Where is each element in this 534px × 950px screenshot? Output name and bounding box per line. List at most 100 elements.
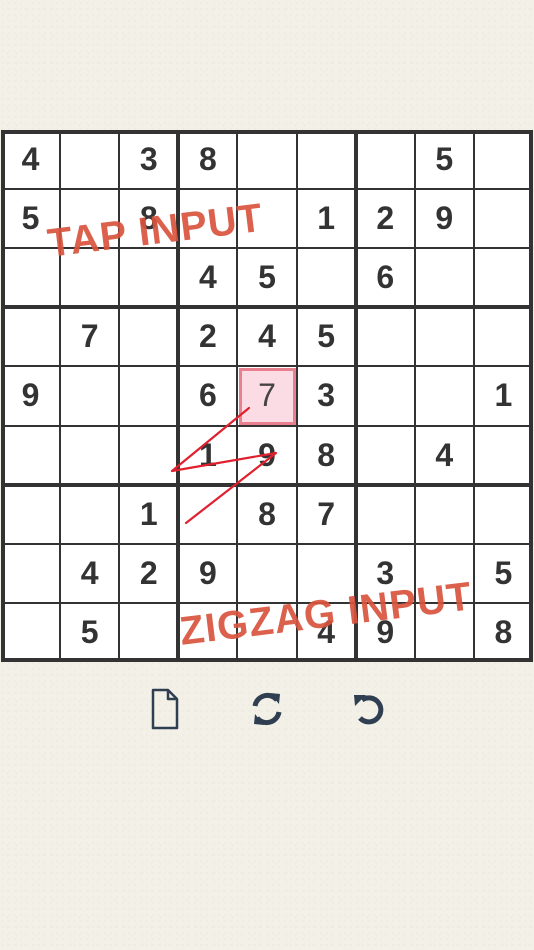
sudoku-cell[interactable]: 4 bbox=[237, 307, 296, 366]
sudoku-cell[interactable] bbox=[1, 485, 60, 544]
sudoku-cell[interactable] bbox=[356, 485, 415, 544]
sudoku-cell[interactable]: 5 bbox=[60, 603, 119, 662]
sudoku-cell[interactable]: 2 bbox=[178, 307, 237, 366]
sudoku-cell[interactable]: 1 bbox=[297, 189, 356, 248]
sudoku-cell[interactable]: 2 bbox=[119, 544, 178, 603]
sudoku-cell[interactable]: 7 bbox=[237, 366, 296, 425]
cell-digit: 5 bbox=[435, 141, 454, 178]
sudoku-cell[interactable]: 9 bbox=[178, 544, 237, 603]
document-icon bbox=[151, 688, 179, 730]
sudoku-cell[interactable] bbox=[60, 130, 119, 189]
sudoku-cell[interactable]: 3 bbox=[297, 366, 356, 425]
sudoku-cell[interactable] bbox=[474, 189, 533, 248]
sudoku-cell[interactable]: 9 bbox=[415, 189, 474, 248]
sudoku-cell[interactable] bbox=[415, 485, 474, 544]
sudoku-cell[interactable]: 2 bbox=[356, 189, 415, 248]
sudoku-cell[interactable]: 9 bbox=[237, 426, 296, 485]
cell-digit: 1 bbox=[198, 436, 217, 473]
grid-line-horizontal bbox=[1, 424, 533, 427]
sudoku-cell[interactable] bbox=[356, 366, 415, 425]
sudoku-cell[interactable] bbox=[1, 426, 60, 485]
sudoku-cell[interactable]: 1 bbox=[119, 485, 178, 544]
grid-line-vertical bbox=[59, 130, 62, 662]
sudoku-cell[interactable] bbox=[474, 426, 533, 485]
cell-digit: 5 bbox=[317, 318, 335, 355]
cell-digit: 4 bbox=[198, 259, 217, 296]
sudoku-cell[interactable] bbox=[178, 485, 237, 544]
sudoku-cell[interactable] bbox=[119, 307, 178, 366]
sudoku-cell[interactable]: 8 bbox=[474, 603, 533, 662]
sudoku-cell[interactable] bbox=[356, 130, 415, 189]
cell-digit: 8 bbox=[258, 495, 276, 532]
undo-button[interactable] bbox=[346, 685, 394, 733]
grid-line-horizontal bbox=[1, 658, 533, 662]
cell-digit: 2 bbox=[139, 554, 158, 591]
sudoku-cell[interactable] bbox=[356, 307, 415, 366]
sudoku-cell[interactable]: 9 bbox=[1, 366, 60, 425]
sudoku-cell[interactable] bbox=[119, 603, 178, 662]
sudoku-cell[interactable]: 5 bbox=[415, 130, 474, 189]
sudoku-cell[interactable] bbox=[356, 426, 415, 485]
refresh-button[interactable] bbox=[243, 685, 291, 733]
new-game-button[interactable] bbox=[140, 685, 188, 733]
sudoku-cell[interactable]: 3 bbox=[119, 130, 178, 189]
sudoku-cell[interactable]: 6 bbox=[178, 366, 237, 425]
sudoku-cell[interactable] bbox=[60, 485, 119, 544]
grid-line-vertical bbox=[529, 130, 533, 662]
sudoku-cell[interactable]: 6 bbox=[356, 248, 415, 307]
cell-digit: 7 bbox=[80, 318, 99, 355]
sudoku-cell[interactable] bbox=[1, 544, 60, 603]
sudoku-cell[interactable] bbox=[474, 485, 533, 544]
grid-line-horizontal bbox=[1, 305, 533, 310]
sudoku-cell[interactable] bbox=[474, 248, 533, 307]
sudoku-cell[interactable] bbox=[237, 544, 296, 603]
sudoku-cell[interactable]: 7 bbox=[297, 485, 356, 544]
sudoku-cell[interactable]: 4 bbox=[60, 544, 119, 603]
sudoku-cell[interactable] bbox=[1, 307, 60, 366]
cell-digit: 5 bbox=[258, 259, 276, 296]
sudoku-cell[interactable]: 4 bbox=[415, 426, 474, 485]
cell-digit: 3 bbox=[139, 141, 158, 178]
sudoku-cell[interactable] bbox=[119, 426, 178, 485]
sudoku-cell[interactable] bbox=[415, 248, 474, 307]
cell-digit: 8 bbox=[198, 141, 217, 178]
sudoku-cell[interactable]: 5 bbox=[297, 307, 356, 366]
sudoku-cell[interactable]: 5 bbox=[237, 248, 296, 307]
cell-digit: 9 bbox=[21, 377, 40, 414]
sudoku-cell[interactable]: 1 bbox=[178, 426, 237, 485]
sudoku-cell[interactable] bbox=[60, 426, 119, 485]
sudoku-cell[interactable] bbox=[474, 130, 533, 189]
cell-digit: 8 bbox=[317, 436, 335, 473]
sudoku-cell[interactable] bbox=[1, 603, 60, 662]
grid-line-vertical bbox=[472, 130, 475, 662]
sudoku-cell[interactable] bbox=[297, 248, 356, 307]
cell-digit: 1 bbox=[494, 377, 513, 414]
grid-line-horizontal bbox=[1, 365, 533, 368]
sudoku-cell[interactable] bbox=[415, 366, 474, 425]
sudoku-cell[interactable] bbox=[474, 307, 533, 366]
cell-digit: 2 bbox=[198, 318, 217, 355]
sudoku-cell[interactable] bbox=[415, 307, 474, 366]
grid-line-horizontal bbox=[1, 188, 533, 191]
sudoku-cell[interactable]: 4 bbox=[1, 130, 60, 189]
sudoku-cell[interactable]: 7 bbox=[60, 307, 119, 366]
cell-digit: 7 bbox=[317, 495, 335, 532]
grid-line-vertical bbox=[1, 130, 5, 662]
cell-digit: 5 bbox=[494, 554, 513, 591]
sudoku-cell[interactable]: 8 bbox=[178, 130, 237, 189]
cell-digit: 8 bbox=[494, 613, 513, 650]
sudoku-cell[interactable]: 5 bbox=[474, 544, 533, 603]
refresh-icon bbox=[252, 692, 282, 726]
sudoku-cell[interactable] bbox=[60, 366, 119, 425]
sudoku-cell[interactable]: 8 bbox=[297, 426, 356, 485]
sudoku-cell[interactable] bbox=[297, 130, 356, 189]
sudoku-cell[interactable]: 4 bbox=[178, 248, 237, 307]
sudoku-cell[interactable] bbox=[237, 130, 296, 189]
sudoku-cell[interactable] bbox=[119, 366, 178, 425]
grid-line-horizontal bbox=[1, 482, 533, 487]
cell-digit: 4 bbox=[80, 554, 99, 591]
sudoku-cell[interactable]: 1 bbox=[474, 366, 533, 425]
cell-digit: 6 bbox=[376, 259, 395, 296]
sudoku-cell[interactable]: 8 bbox=[237, 485, 296, 544]
cell-digit: 1 bbox=[317, 200, 335, 237]
